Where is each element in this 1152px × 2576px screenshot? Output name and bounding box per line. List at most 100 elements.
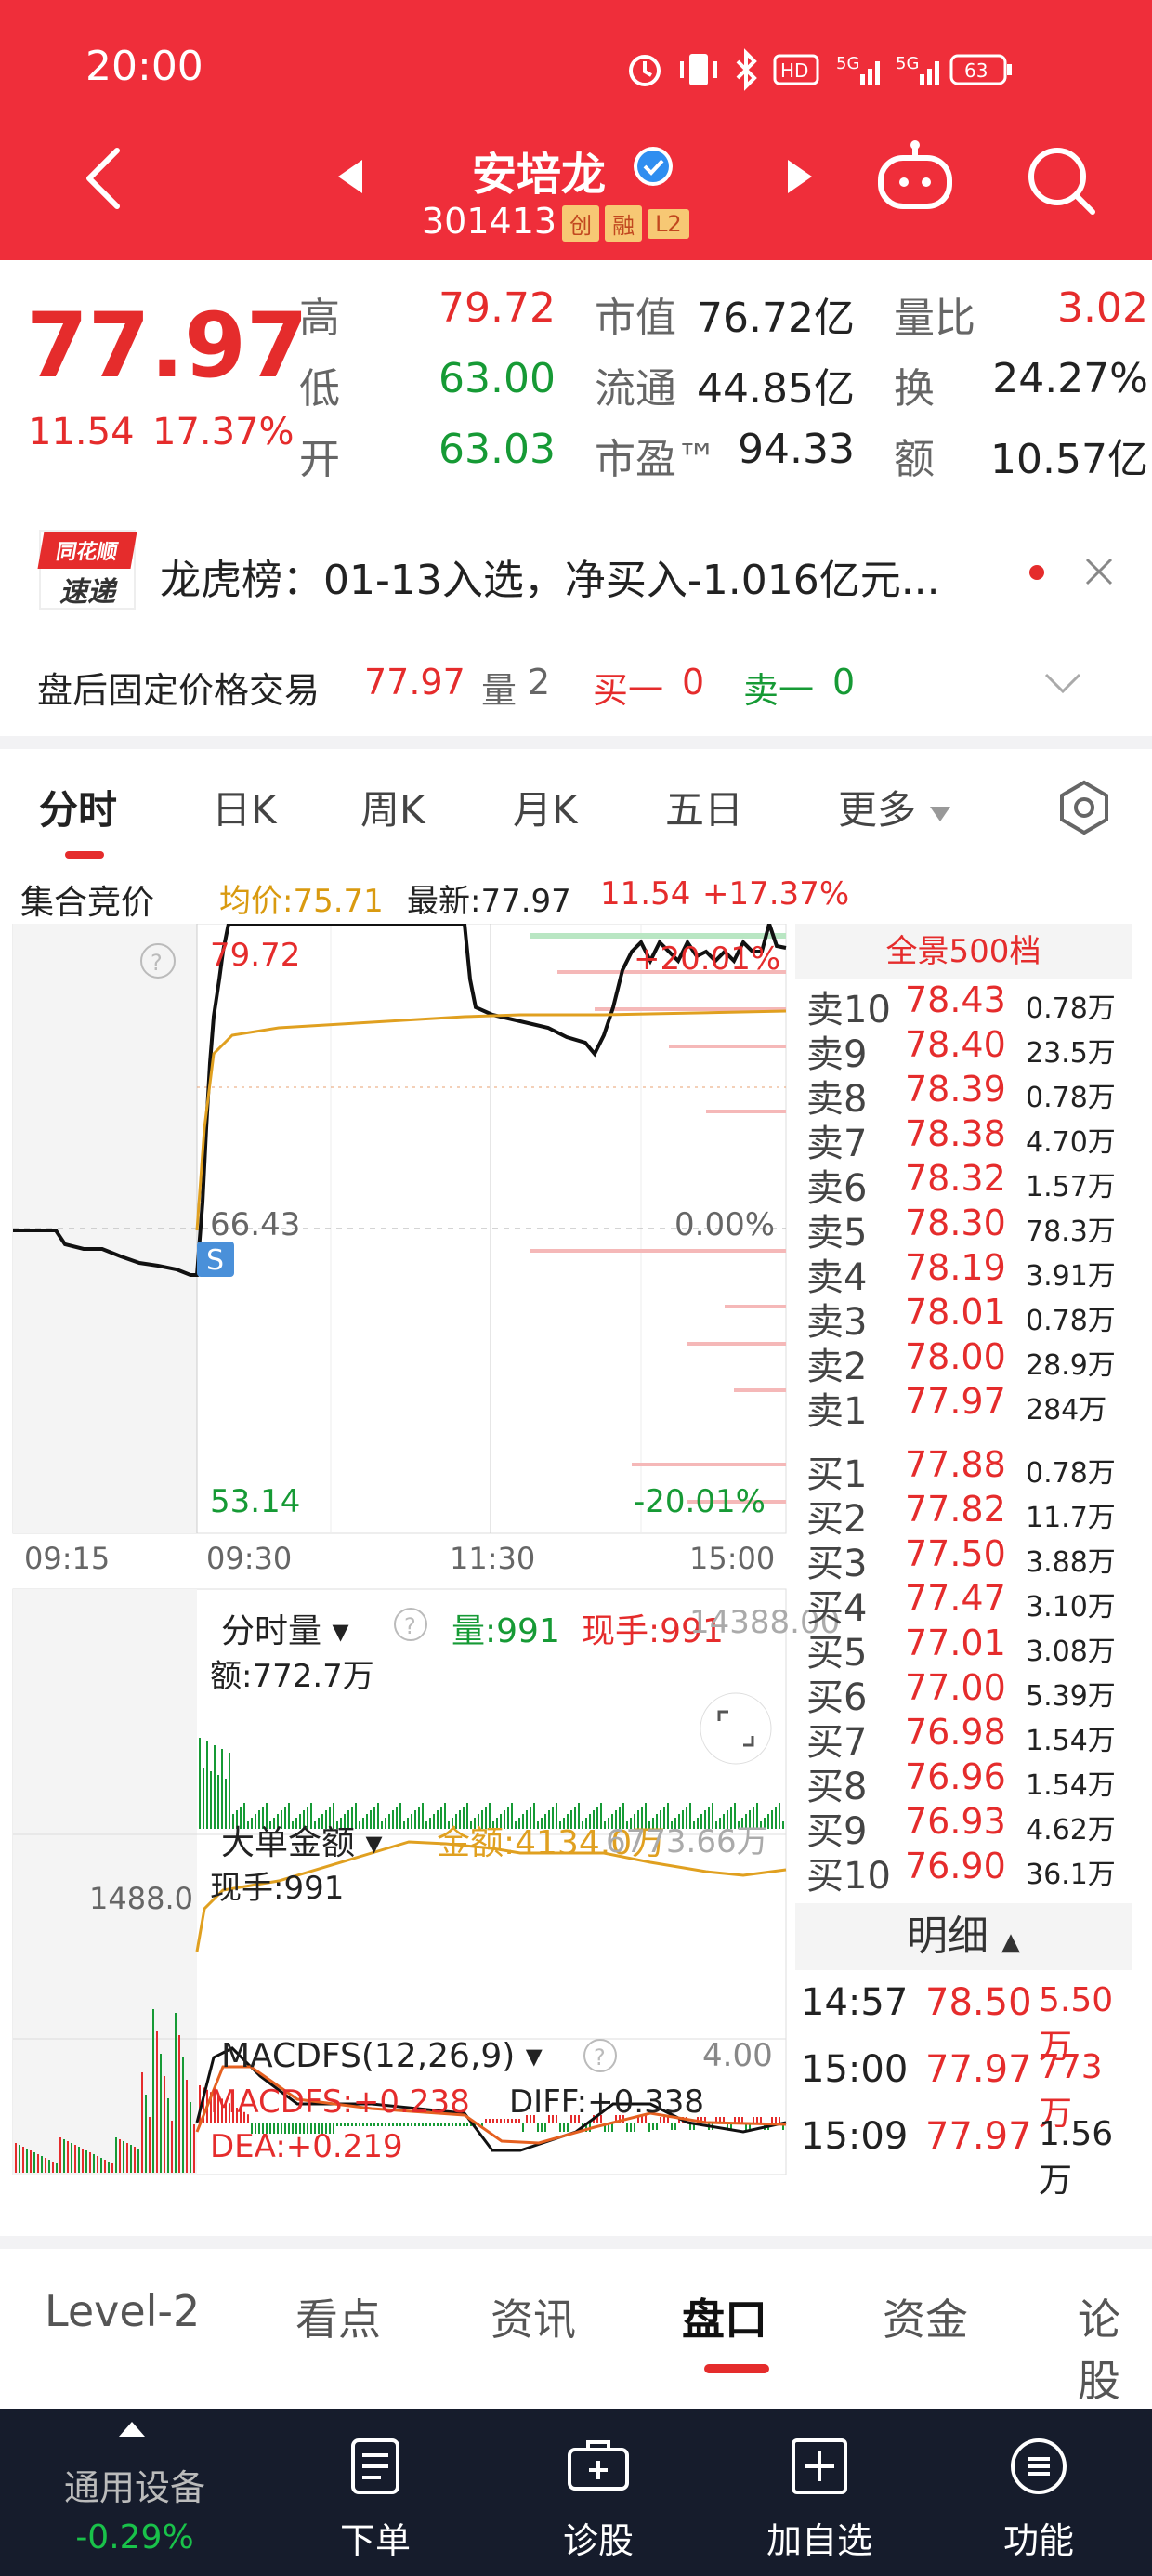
macd-bar (425, 2123, 427, 2126)
tab-monthly-k[interactable]: 月K (513, 779, 578, 835)
bid-row[interactable]: 买2 77.82 11.7万 (795, 1489, 1132, 1541)
axis-pct-high: +20.01% (634, 940, 781, 978)
nav-diagnose[interactable]: 诊股 (505, 2437, 691, 2563)
price-change-pct: 17.37% (152, 411, 295, 453)
bid-price: 77.50 (905, 1533, 1006, 1574)
news-text: 龙虎榜：01-13入选，净买入-1.016亿元... (160, 557, 940, 604)
bigorder-title[interactable]: 大单金额 ▾ (221, 1816, 383, 1864)
back-icon[interactable] (80, 143, 126, 214)
tab-intraday[interactable]: 分时 (39, 779, 117, 835)
volume-title[interactable]: 分时量 ▾ (221, 1604, 349, 1652)
news-logo-top: 同花顺 (37, 532, 137, 569)
amount-value-panel: 额:772.7万 (210, 1658, 374, 1695)
settings-icon[interactable] (1055, 779, 1113, 836)
svg-text:?: ? (404, 1613, 416, 1639)
after-hours-vol-label: 量 (481, 670, 517, 711)
bigorder-left-val: 1488.0 (89, 1881, 193, 1916)
auction-volume-bar (48, 2160, 50, 2173)
macd-bar (537, 2123, 539, 2132)
tab-five-day[interactable]: 五日 (665, 779, 743, 835)
intraday-chart-area: 集合竞价 均价:75.71 最新:77.97 11.54 +17.37% ? S… (0, 864, 1152, 2221)
ask-price: 77.97 (905, 1381, 1006, 1422)
macd-bar (756, 2117, 758, 2123)
tab-more[interactable]: 更多 (838, 779, 952, 835)
ask-row[interactable]: 卖5 78.30 78.3万 (795, 1203, 1132, 1255)
svg-text:?: ? (151, 950, 163, 976)
bid-row[interactable]: 买3 77.50 3.88万 (795, 1533, 1132, 1585)
detail-toggle[interactable]: 明细 ▲ (795, 1903, 1132, 1970)
auction-volume-bar (104, 2160, 106, 2173)
bid-row[interactable]: 买5 77.01 3.08万 (795, 1623, 1132, 1675)
macd-bar (559, 2123, 561, 2132)
macd-bar (779, 2117, 780, 2123)
bid-row[interactable]: 买8 76.96 1.54万 (795, 1756, 1132, 1808)
nav-order[interactable]: 下单 (282, 2437, 468, 2563)
bid-row[interactable]: 买1 77.88 0.78万 (795, 1444, 1132, 1496)
price-change: 11.54 (28, 411, 135, 453)
ask-price: 78.00 (905, 1336, 1006, 1377)
auction-volume-bar (22, 2147, 24, 2173)
tab-funds[interactable]: 资金 (883, 2286, 968, 2347)
bid-row[interactable]: 买4 77.47 3.10万 (795, 1578, 1132, 1630)
ask-row[interactable]: 卖1 77.97 284万 (795, 1381, 1132, 1433)
bid-row[interactable]: 买7 76.98 1.54万 (795, 1712, 1132, 1764)
tab-news[interactable]: 资讯 (491, 2286, 576, 2347)
industry-name[interactable]: 通用设备 (37, 2459, 232, 2510)
auction-label: 集合竞价 (20, 884, 155, 922)
macd-bar (414, 2123, 416, 2126)
volume-title-text: 分时量 (221, 1612, 322, 1650)
ask-row[interactable]: 卖8 78.39 0.78万 (795, 1069, 1132, 1121)
tab-highlights[interactable]: 看点 (295, 2286, 381, 2347)
volume-bar (214, 1745, 216, 1829)
ask-row[interactable]: 卖7 78.38 4.70万 (795, 1113, 1132, 1165)
svg-text:5G: 5G (836, 54, 859, 73)
news-banner[interactable]: 同花顺 速递 龙虎榜：01-13入选，净买入-1.016亿元... (0, 502, 1152, 641)
axis-low: 53.14 (210, 1483, 301, 1520)
tab-daily-k[interactable]: 日K (212, 779, 277, 835)
search-icon[interactable] (1024, 143, 1098, 217)
chevron-down-icon[interactable] (1042, 671, 1083, 695)
bluetooth-icon (736, 48, 757, 91)
tab-weekly-k[interactable]: 周K (360, 779, 425, 835)
order-book-title[interactable]: 全景500档 (795, 924, 1132, 979)
bid-row[interactable]: 买10 76.90 36.1万 (795, 1846, 1132, 1898)
macd-bar (422, 2123, 424, 2126)
after-hours-trading[interactable]: 盘后固定价格交易 77.97 量 2 买一 0 卖一 0 (0, 641, 1152, 734)
bid-price: 77.01 (905, 1623, 1006, 1663)
badge-l2: L2 (648, 208, 689, 239)
ask-row[interactable]: 卖10 78.43 0.78万 (795, 979, 1132, 1032)
bid-row[interactable]: 买9 76.93 4.62万 (795, 1801, 1132, 1853)
help-icon[interactable]: ? (582, 2037, 619, 2074)
auction-volume-bar (178, 2035, 180, 2173)
volume-bar (217, 1775, 219, 1829)
bid-volume: 0.78万 (1026, 1457, 1116, 1490)
macd-bar (771, 2117, 773, 2123)
ask-row[interactable]: 卖3 78.01 0.78万 (795, 1292, 1132, 1344)
ask-label: 卖1 (806, 1390, 868, 1433)
nav-add-watchlist[interactable]: 加自选 (727, 2437, 912, 2563)
tab-forum[interactable]: 论股 (1078, 2286, 1152, 2409)
macd-title[interactable]: MACDFS(12,26,9) ▾ (221, 2037, 543, 2075)
ask-row[interactable]: 卖2 78.00 28.9万 (795, 1336, 1132, 1388)
help-icon[interactable]: ? (392, 1606, 429, 1643)
close-icon[interactable] (1083, 556, 1115, 587)
macd-bar (396, 2123, 398, 2126)
trade-row: 15:00 77.97 773万 (795, 2037, 1132, 2133)
macd-diff: DIFF:+0.338 (509, 2083, 704, 2121)
ask-row[interactable]: 卖9 78.40 23.5万 (795, 1024, 1132, 1076)
prev-icon[interactable] (334, 158, 366, 195)
macd-value: MACDFS:+0.238 (210, 2083, 470, 2121)
verified-icon (634, 147, 673, 186)
axis-pct-low: -20.01% (634, 1483, 766, 1520)
trade-row: 14:57 78.50 5.50万 (795, 1970, 1132, 2066)
ask-row[interactable]: 卖4 78.19 3.91万 (795, 1247, 1132, 1299)
tab-orderbook[interactable]: 盘口 (682, 2286, 767, 2347)
tab-level2[interactable]: Level-2 (45, 2286, 200, 2336)
robot-icon[interactable] (873, 138, 957, 216)
nav-functions[interactable]: 功能 (946, 2437, 1132, 2563)
auction-volume-bar (175, 2013, 177, 2173)
next-icon[interactable] (784, 158, 816, 195)
bid-volume: 4.62万 (1026, 1814, 1116, 1847)
bid-row[interactable]: 买6 77.00 5.39万 (795, 1667, 1132, 1719)
ask-row[interactable]: 卖6 78.32 1.57万 (795, 1158, 1132, 1210)
